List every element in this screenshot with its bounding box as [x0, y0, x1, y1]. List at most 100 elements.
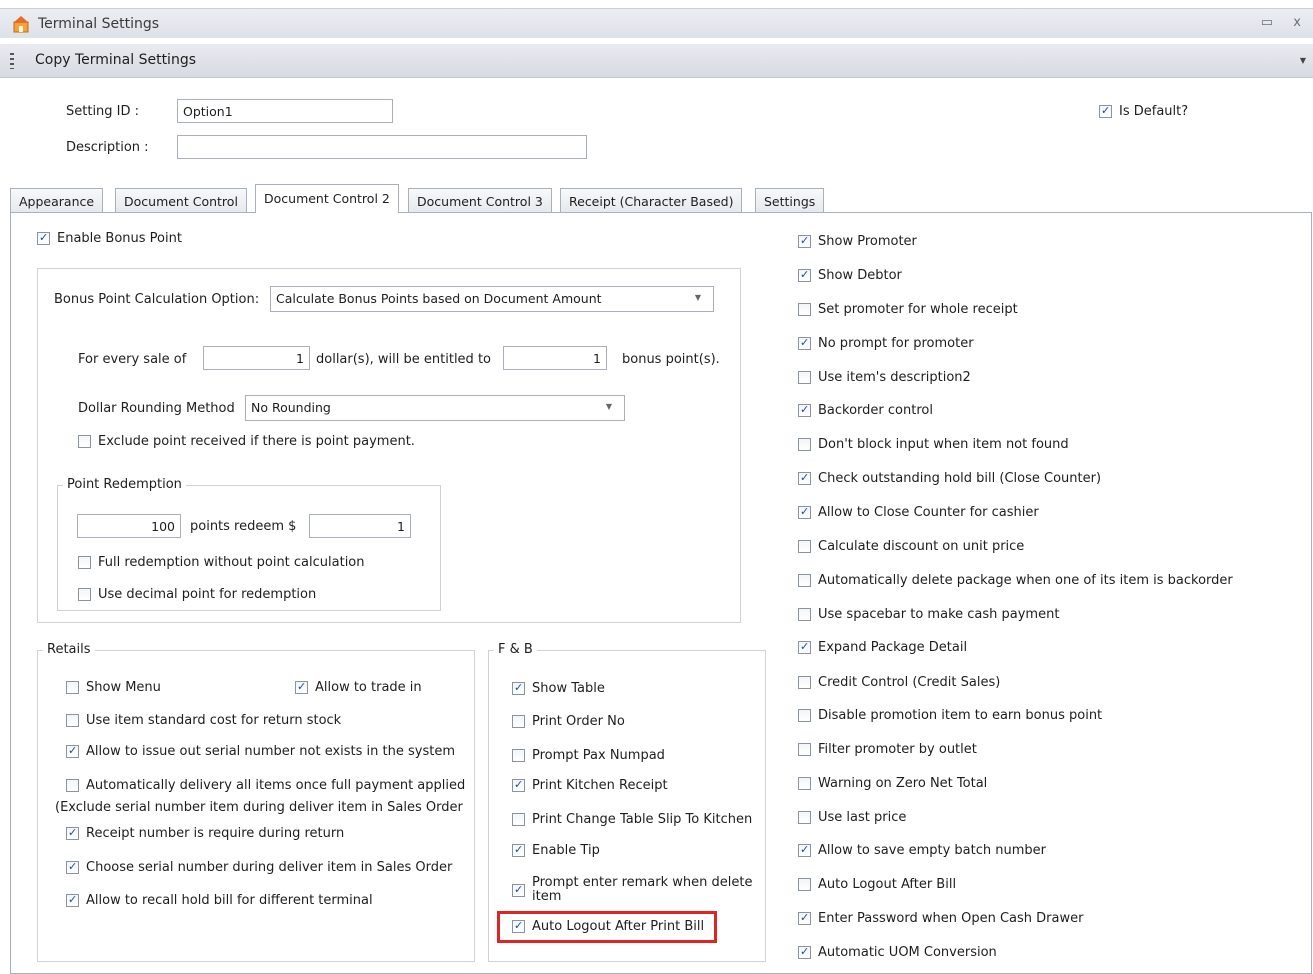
print-order-no-checkbox[interactable]: Print Order No [512, 714, 625, 730]
checkbox-box[interactable] [295, 679, 308, 695]
print-change-table-checkbox[interactable]: Print Change Table Slip To Kitchen [512, 812, 752, 828]
auto-logout-print-checkbox[interactable]: Auto Logout After Print Bill [512, 918, 704, 935]
checkbox-box[interactable] [798, 777, 811, 790]
tab-document-control-3[interactable]: Document Control 3 [408, 188, 552, 212]
checkbox-box[interactable] [512, 842, 525, 858]
right-option-checkbox[interactable]: Use item's description2 [798, 370, 971, 386]
checkbox-box[interactable] [798, 878, 811, 891]
close-icon[interactable]: x [1293, 15, 1301, 30]
checkbox-box[interactable] [798, 267, 811, 283]
right-option-checkbox[interactable]: Check outstanding hold bill (Close Count… [798, 470, 1101, 487]
checkbox-box[interactable] [66, 779, 79, 792]
points-amount-input[interactable] [503, 346, 607, 370]
right-option-checkbox[interactable]: Automatically delete package when one of… [798, 573, 1233, 589]
tab-document-control[interactable]: Document Control [115, 188, 247, 212]
checkbox-box[interactable] [798, 402, 811, 418]
choose-serial-checkbox[interactable]: Choose serial number during deliver item… [66, 859, 452, 876]
right-option-checkbox[interactable]: Don't block input when item not found [798, 437, 1069, 453]
checkbox-box[interactable] [78, 435, 91, 448]
checkbox-box[interactable] [798, 303, 811, 316]
right-option-checkbox[interactable]: Expand Package Detail [798, 639, 967, 656]
is-default-checkbox[interactable]: Is Default? [1099, 103, 1188, 120]
right-option-checkbox[interactable]: No prompt for promoter [798, 335, 974, 352]
checkbox-box[interactable] [798, 574, 811, 587]
description-input[interactable] [177, 135, 587, 159]
checkbox-box[interactable] [512, 680, 525, 696]
right-option-checkbox[interactable]: Use last price [798, 810, 906, 826]
right-option-checkbox[interactable]: Automatic UOM Conversion [798, 944, 997, 961]
checkbox-box[interactable] [1099, 103, 1112, 119]
show-table-checkbox[interactable]: Show Table [512, 680, 605, 697]
prompt-pax-checkbox[interactable]: Prompt Pax Numpad [512, 748, 665, 764]
right-option-checkbox[interactable]: Auto Logout After Bill [798, 877, 956, 893]
checkbox-box[interactable] [798, 944, 811, 960]
tab-appearance[interactable]: Appearance [10, 188, 104, 212]
redeem-points-input[interactable] [77, 514, 181, 538]
checkbox-box[interactable] [798, 676, 811, 689]
checkbox-box[interactable] [798, 910, 811, 926]
checkbox-box[interactable] [798, 335, 811, 351]
checkbox-box[interactable] [37, 230, 50, 246]
checkbox-box[interactable] [66, 714, 79, 727]
allow-trade-in-checkbox[interactable]: Allow to trade in [295, 679, 422, 696]
checkbox-box[interactable] [512, 918, 525, 934]
chevron-down-icon[interactable]: ▼ [1300, 56, 1306, 65]
right-option-checkbox[interactable]: Set promoter for whole receipt [798, 302, 1018, 318]
rounding-select[interactable]: No Rounding ▼ [245, 395, 625, 421]
checkbox-box[interactable] [798, 743, 811, 756]
checkbox-box[interactable] [78, 556, 91, 569]
checkbox-box[interactable] [66, 892, 79, 908]
sale-amount-input[interactable] [203, 346, 310, 370]
checkbox-box[interactable] [798, 842, 811, 858]
right-option-checkbox[interactable]: Credit Control (Credit Sales) [798, 675, 1000, 691]
right-option-checkbox[interactable]: Disable promotion item to earn bonus poi… [798, 708, 1102, 724]
right-option-checkbox[interactable]: Use spacebar to make cash payment [798, 607, 1059, 623]
checkbox-box[interactable] [66, 681, 79, 694]
right-option-checkbox[interactable]: Calculate discount on unit price [798, 539, 1024, 555]
right-option-checkbox[interactable]: Warning on Zero Net Total [798, 776, 987, 792]
checkbox-box[interactable] [78, 588, 91, 601]
checkbox-box[interactable] [798, 811, 811, 824]
prompt-remark-checkbox[interactable]: Prompt enter remark when delete item [512, 876, 752, 904]
full-redemption-checkbox[interactable]: Full redemption without point calculatio… [78, 555, 365, 571]
right-option-checkbox[interactable]: Allow to Close Counter for cashier [798, 504, 1039, 521]
checkbox-box[interactable] [66, 859, 79, 875]
checkbox-box[interactable] [66, 743, 79, 759]
receipt-required-checkbox[interactable]: Receipt number is require during return [66, 825, 344, 842]
calc-option-select[interactable]: Calculate Bonus Points based on Document… [270, 286, 714, 312]
checkbox-box[interactable] [512, 715, 525, 728]
redeem-dollar-input[interactable] [309, 514, 411, 538]
checkbox-box[interactable] [798, 639, 811, 655]
auto-delivery-checkbox[interactable]: Automatically delivery all items once fu… [66, 778, 465, 794]
checkbox-box[interactable] [798, 233, 811, 249]
right-option-checkbox[interactable]: Show Debtor [798, 267, 902, 284]
std-cost-checkbox[interactable]: Use item standard cost for return stock [66, 713, 341, 729]
checkbox-box[interactable] [512, 882, 525, 898]
print-kitchen-checkbox[interactable]: Print Kitchen Receipt [512, 777, 668, 794]
checkbox-box[interactable] [512, 813, 525, 826]
tab-receipt-character-based[interactable]: Receipt (Character Based) [560, 188, 743, 212]
right-option-checkbox[interactable]: Enter Password when Open Cash Drawer [798, 910, 1083, 927]
checkbox-box[interactable] [798, 438, 811, 451]
checkbox-box[interactable] [798, 504, 811, 520]
setting-id-input[interactable] [177, 99, 393, 123]
right-option-checkbox[interactable]: Show Promoter [798, 233, 917, 250]
right-option-checkbox[interactable]: Filter promoter by outlet [798, 742, 977, 758]
enable-tip-checkbox[interactable]: Enable Tip [512, 842, 600, 859]
recall-hold-checkbox[interactable]: Allow to recall hold bill for different … [66, 892, 373, 909]
checkbox-box[interactable] [512, 749, 525, 762]
checkbox-box[interactable] [798, 540, 811, 553]
maximize-icon[interactable]: ▭ [1261, 15, 1273, 30]
checkbox-box[interactable] [798, 608, 811, 621]
checkbox-box[interactable] [798, 470, 811, 486]
exclude-point-checkbox[interactable]: Exclude point received if there is point… [78, 434, 415, 450]
checkbox-box[interactable] [798, 709, 811, 722]
right-option-checkbox[interactable]: Backorder control [798, 402, 933, 419]
enable-bonus-point-checkbox[interactable]: Enable Bonus Point [37, 230, 182, 247]
decimal-redemption-checkbox[interactable]: Use decimal point for redemption [78, 587, 316, 603]
checkbox-box[interactable] [512, 777, 525, 793]
checkbox-box[interactable] [66, 825, 79, 841]
show-menu-checkbox[interactable]: Show Menu [66, 680, 161, 696]
right-option-checkbox[interactable]: Allow to save empty batch number [798, 842, 1046, 859]
serial-not-exist-checkbox[interactable]: Allow to issue out serial number not exi… [66, 743, 455, 760]
